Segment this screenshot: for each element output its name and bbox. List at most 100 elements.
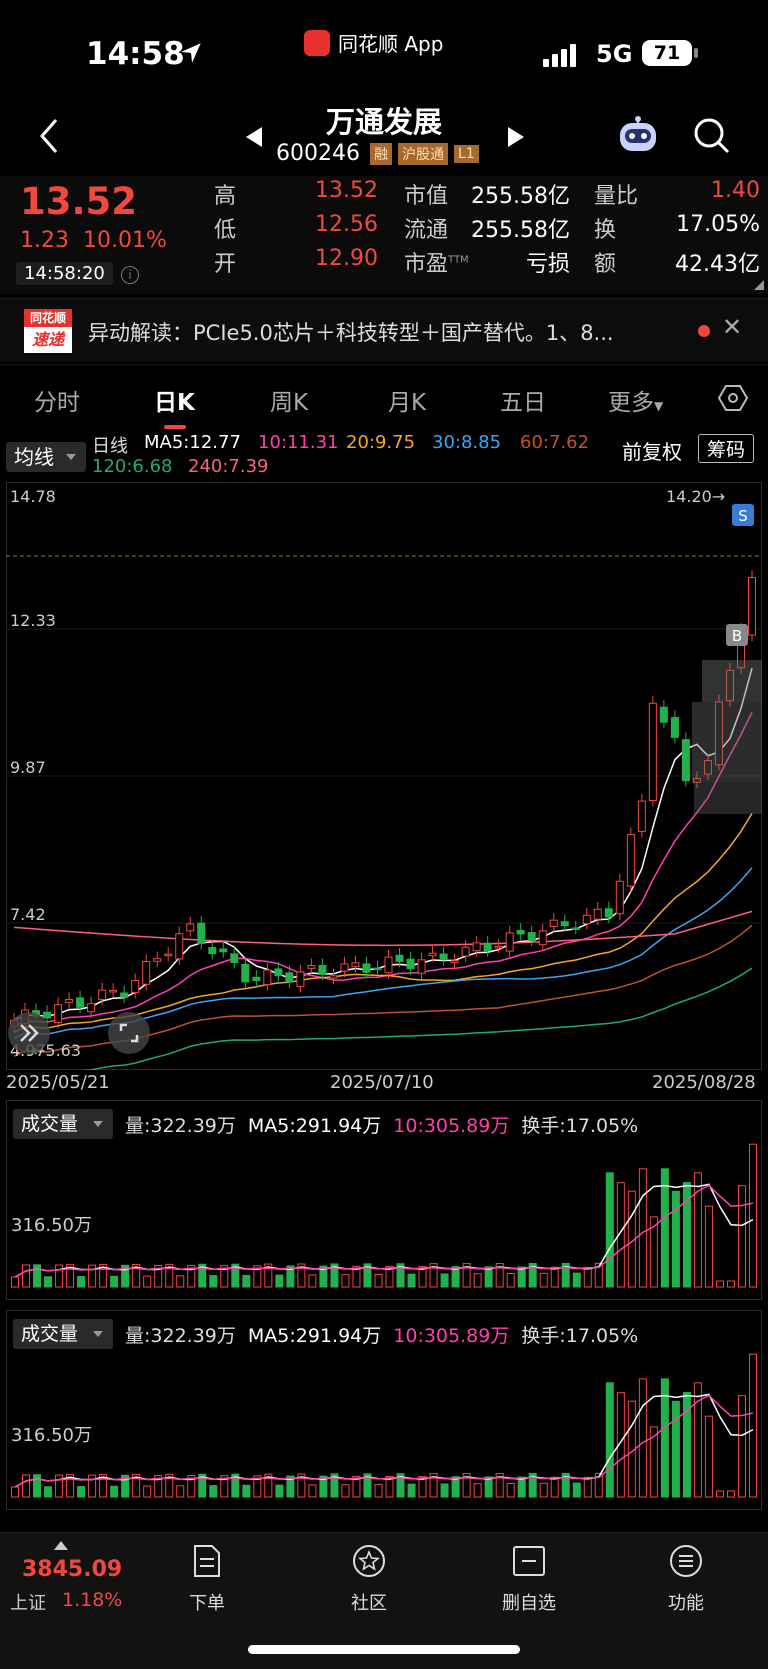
candle-body xyxy=(659,706,668,723)
candle-body xyxy=(626,834,635,887)
volume-bar xyxy=(176,1275,185,1288)
volume-bar xyxy=(473,1273,482,1288)
candle-body xyxy=(604,908,613,918)
tab-five-day[interactable]: 五日 xyxy=(500,383,546,417)
candle-body xyxy=(109,989,118,993)
volume-bar xyxy=(374,1483,383,1498)
news-logo-top: 同花顺 xyxy=(24,309,72,327)
close-icon[interactable]: ✕ xyxy=(722,313,742,341)
tab-daily-k[interactable]: 日K xyxy=(154,383,195,417)
candle-body xyxy=(329,975,338,979)
sell-marker-label: S xyxy=(738,507,748,525)
volume-bar xyxy=(704,1205,713,1288)
candle-body xyxy=(164,953,173,957)
news-ticker[interactable]: 同花顺 速递 异动解读：PCIe5.0芯片＋科技转型＋国产替代。1、8... ✕ xyxy=(0,298,768,362)
chip-zone-middle xyxy=(692,702,762,782)
collapse-button[interactable] xyxy=(8,1012,50,1054)
expand-corner-icon[interactable] xyxy=(754,280,764,290)
low-label: 低 xyxy=(214,218,237,243)
volume-bar xyxy=(77,1276,86,1288)
volume-bar xyxy=(473,1483,482,1498)
volume-bar xyxy=(308,1274,317,1288)
volume-bar xyxy=(209,1485,218,1498)
y-label-3: 9.87 xyxy=(10,758,46,777)
order-doc-icon xyxy=(194,1545,220,1577)
battery-icon: 71 xyxy=(642,40,692,66)
candle-body xyxy=(538,930,547,946)
bottom-toolbar: 3845.09 上证 1.18% 下单 社区 删自选 功能 xyxy=(0,1532,768,1669)
next-stock-icon[interactable] xyxy=(506,125,526,149)
candle-body xyxy=(593,908,602,920)
volume-bar xyxy=(440,1483,449,1498)
chip-zone-upper xyxy=(702,660,762,702)
nav-order[interactable]: 下单 xyxy=(162,1543,252,1615)
volume-bars xyxy=(11,1143,757,1288)
nav-remove-watchlist[interactable]: 删自选 xyxy=(484,1543,574,1615)
nav-order-label: 下单 xyxy=(189,1593,225,1614)
news-text[interactable]: 异动解读：PCIe5.0芯片＋科技转型＋国产替代。1、8... xyxy=(88,317,614,347)
remove-box-icon xyxy=(513,1546,545,1576)
nav-remove-label: 删自选 xyxy=(502,1593,556,1614)
candle-body xyxy=(549,919,558,928)
search-icon[interactable] xyxy=(693,117,731,155)
hexagon-settings-icon[interactable] xyxy=(718,383,748,413)
volume-bar xyxy=(605,1382,614,1498)
chip-zone-lower xyxy=(694,782,762,814)
volume-bar xyxy=(242,1484,251,1498)
tab-monthly-k[interactable]: 月K xyxy=(388,383,426,417)
nav-functions[interactable]: 功能 xyxy=(641,1543,731,1615)
tag-level: L1 xyxy=(453,144,479,163)
mcap-label: 市值 xyxy=(404,184,449,209)
tab-more-label: 更多 xyxy=(608,390,654,416)
volume-bar xyxy=(176,1485,185,1498)
candle-body xyxy=(252,976,261,981)
volume-bar xyxy=(484,1476,493,1498)
volume-bar xyxy=(726,1280,735,1288)
volume-bar xyxy=(308,1484,317,1498)
ma-select[interactable]: 均线 xyxy=(6,442,86,472)
high-label: 高 xyxy=(214,184,237,209)
adjust-mode-button[interactable]: 前复权 xyxy=(622,436,682,465)
volume-bars-2 xyxy=(11,1353,757,1498)
volume-panel-2[interactable]: 成交量 量:322.39万 MA5:291.94万 10:305.89万 换手:… xyxy=(6,1310,762,1510)
candle-body xyxy=(131,980,140,993)
low-value: 12.56 xyxy=(315,212,378,237)
nav-community[interactable]: 社区 xyxy=(324,1543,414,1615)
tab-more[interactable]: 更多▼ xyxy=(608,383,663,417)
fullscreen-button[interactable] xyxy=(108,1012,150,1054)
chip-distribution-button[interactable]: 筹码 xyxy=(698,434,755,463)
status-time: 14:58 xyxy=(86,36,185,72)
stock-code: 600246 xyxy=(276,141,360,166)
float-value: 255.58亿 xyxy=(471,218,570,243)
price-change: 1.23 10.01% xyxy=(20,228,167,253)
tab-intraday[interactable]: 分时 xyxy=(34,383,80,417)
candle-body xyxy=(362,963,371,973)
ma5-value: MA5:12.77 xyxy=(144,432,241,453)
volume-bar xyxy=(341,1274,350,1288)
candle-body xyxy=(428,952,437,957)
ai-assistant-icon[interactable] xyxy=(616,115,660,155)
volume-panel-1[interactable]: 成交量 量:322.39万 MA5:291.94万 10:305.89万 换手:… xyxy=(6,1100,762,1300)
candle-body xyxy=(560,921,569,927)
y-label-4: 7.42 xyxy=(10,905,46,924)
tab-active-underline xyxy=(164,425,186,429)
volume-bar xyxy=(143,1485,152,1498)
candle-body xyxy=(748,577,756,636)
app-logo-icon xyxy=(304,29,330,56)
tag-margin: 融 xyxy=(369,142,392,165)
unread-dot xyxy=(698,325,710,337)
index-value[interactable]: 3845.09 xyxy=(22,1557,122,1582)
candle-body xyxy=(527,932,536,941)
volume-bar xyxy=(572,1482,581,1498)
candle-body xyxy=(285,972,294,983)
tab-weekly-k[interactable]: 周K xyxy=(270,383,308,417)
app-badge[interactable]: 同花顺 App xyxy=(304,28,443,57)
candle-body xyxy=(340,963,349,972)
candle-body xyxy=(175,933,184,960)
kline-chart[interactable]: 14.78 12.33 9.87 7.42 4.97 14.20→ ←5.63 … xyxy=(6,482,762,1070)
volume-bar xyxy=(539,1272,548,1288)
volume-bar xyxy=(671,1400,680,1498)
info-icon[interactable]: i xyxy=(121,266,139,284)
candle-body xyxy=(230,953,239,964)
volume-bar xyxy=(506,1273,515,1288)
